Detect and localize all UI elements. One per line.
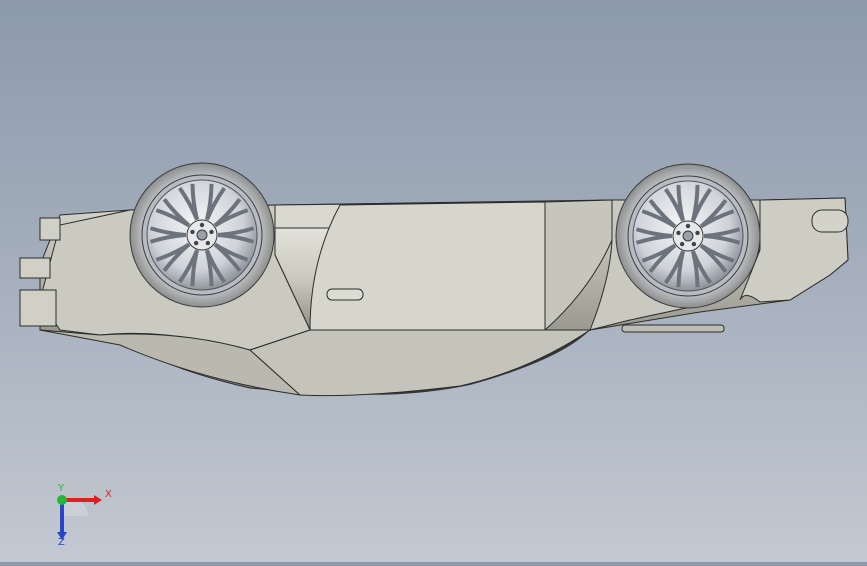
front-nose-block-low xyxy=(19,289,57,327)
front-nose-block-top xyxy=(39,217,61,241)
door-handle xyxy=(326,288,364,301)
y-axis-point xyxy=(57,495,67,505)
lug-nut xyxy=(676,230,681,236)
lug-nut xyxy=(679,241,685,247)
rear-exhaust-pipe xyxy=(811,209,849,233)
car-bottom-surface xyxy=(249,329,592,397)
rear-wheel xyxy=(615,163,761,309)
x-axis-label: X xyxy=(105,489,112,500)
front-nose-block-mid xyxy=(19,257,51,279)
car-model-view[interactable] xyxy=(0,0,867,562)
lug-nut xyxy=(205,240,211,246)
lug-nut xyxy=(193,240,199,246)
lug-nut xyxy=(691,241,697,247)
lug-nut xyxy=(209,229,214,235)
front-wheel xyxy=(129,162,275,308)
graphics-viewport[interactable]: X Y Z xyxy=(0,0,867,562)
car-center-bulge xyxy=(309,201,553,331)
lug-nut xyxy=(199,222,205,228)
side-rail xyxy=(621,324,725,333)
lug-nut xyxy=(695,230,700,236)
lug-nut xyxy=(190,229,195,235)
z-axis-label: Z xyxy=(58,537,65,548)
lug-nut xyxy=(685,223,691,229)
axis-triad: X Y Z xyxy=(57,483,112,548)
y-axis-label: Y xyxy=(57,483,65,494)
